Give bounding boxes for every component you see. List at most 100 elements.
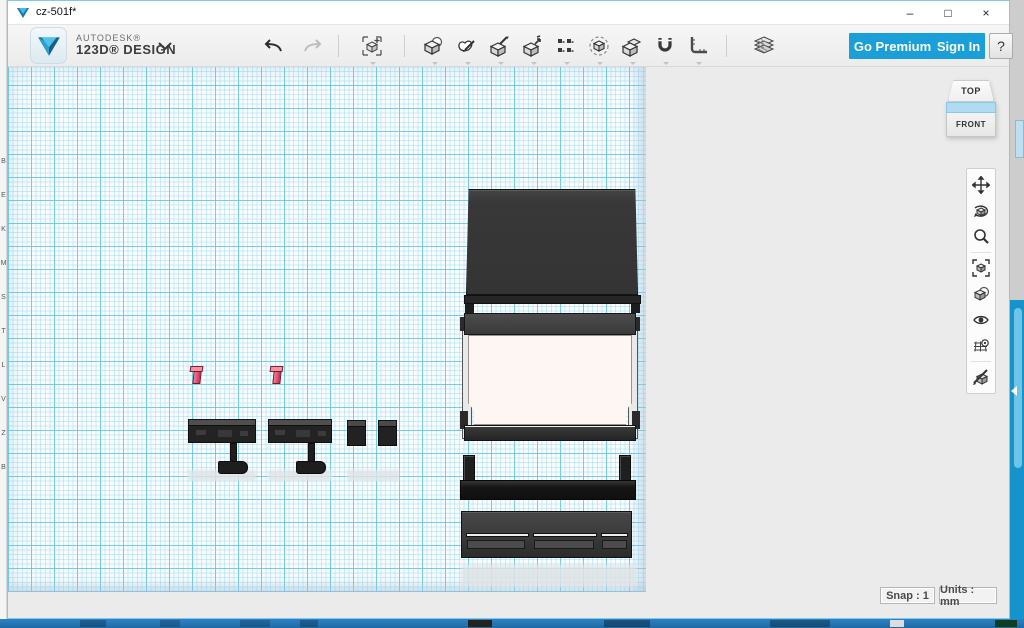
close-button[interactable]: × — [967, 1, 1005, 25]
taskbar-item-fragment — [890, 620, 904, 627]
pin-body — [192, 371, 201, 384]
visibility-icon[interactable] — [968, 307, 994, 333]
maximize-button[interactable]: □ — [929, 1, 967, 25]
toolbar-separator — [726, 35, 727, 57]
taskbar-item-fragment — [468, 620, 492, 627]
snap-button[interactable] — [651, 32, 679, 60]
modify-button[interactable] — [519, 32, 547, 60]
layers-button[interactable] — [750, 32, 778, 60]
back-panel[interactable] — [464, 187, 641, 313]
base-slot — [466, 533, 529, 537]
shadow — [347, 470, 399, 481]
background-letter: B — [1, 464, 6, 471]
background-window-arrow — [1011, 386, 1017, 396]
view-cube[interactable]: TOP FRONT — [945, 78, 997, 142]
sketch-button[interactable] — [453, 32, 481, 60]
hinge-frame[interactable] — [460, 455, 636, 501]
view-toolbar-separator — [971, 361, 991, 362]
help-button[interactable]: ? — [989, 33, 1013, 59]
background-letter-list: B E K M S T L V Z B — [0, 158, 7, 471]
title-bar[interactable]: cz-501f* – □ × — [8, 1, 1009, 25]
view-toolbar — [966, 168, 996, 394]
base-slot — [601, 533, 628, 537]
view-toolbar-separator — [971, 252, 991, 253]
screen: B E K M S T L V Z B — [0, 0, 1024, 628]
bar-detail — [275, 430, 285, 435]
arm-foot — [296, 461, 326, 474]
hinge-bar-right[interactable] — [268, 419, 334, 479]
background-letter: V — [1, 396, 6, 403]
shading-icon[interactable] — [968, 281, 994, 307]
base-recess — [534, 540, 594, 549]
background-letter: E — [1, 192, 6, 199]
primitives-button[interactable] — [420, 32, 448, 60]
sign-in-button[interactable]: Sign In — [932, 33, 985, 59]
arm-foot — [218, 461, 248, 474]
screen-frame[interactable] — [462, 313, 638, 445]
pattern-button[interactable] — [552, 32, 580, 60]
base-recess — [467, 540, 525, 549]
combine-button[interactable] — [618, 32, 646, 60]
background-letter: B — [1, 158, 6, 165]
taskbar-item-fragment — [770, 620, 830, 627]
small-block-1[interactable] — [347, 420, 367, 447]
view-cube-highlight-edge[interactable] — [946, 102, 996, 113]
view-cube-front-face[interactable]: FRONT — [946, 113, 996, 137]
menu-chevron-icon[interactable] — [153, 38, 177, 54]
bar-detail — [218, 430, 232, 437]
screen-white-panel — [468, 335, 632, 425]
fit-view-icon[interactable] — [968, 255, 994, 281]
construct-button[interactable] — [486, 32, 514, 60]
toolbar-separator — [338, 35, 339, 57]
back-panel-face — [466, 189, 638, 295]
orbit-icon[interactable] — [968, 198, 994, 224]
measure-button[interactable] — [684, 32, 712, 60]
taskbar-strip[interactable] — [0, 619, 1024, 628]
background-letter: L — [2, 362, 6, 369]
small-block-2[interactable] — [378, 420, 398, 447]
grouping-button[interactable] — [585, 32, 613, 60]
pin-left[interactable] — [190, 366, 205, 386]
pin-body — [272, 371, 281, 384]
taskbar-item-fragment — [160, 620, 180, 627]
bar-detail — [296, 430, 310, 437]
insert-part-button[interactable] — [358, 32, 386, 60]
hinge-bar-left[interactable] — [188, 419, 258, 479]
app-logo-large-icon[interactable] — [30, 27, 67, 64]
window-controls: – □ × — [891, 1, 1005, 25]
hinge-cross-bar — [460, 480, 636, 500]
background-letter: S — [1, 294, 6, 301]
zoom-icon[interactable] — [968, 224, 994, 250]
base-slot — [533, 533, 597, 537]
model-canvas[interactable]: TOP FRONT — [8, 67, 1009, 618]
go-premium-button[interactable]: Go Premium — [849, 33, 936, 59]
pan-icon[interactable] — [968, 172, 994, 198]
grid-toggle-icon[interactable] — [968, 333, 994, 359]
frame-bottom-band — [464, 425, 636, 441]
redo-button[interactable] — [298, 32, 326, 60]
toolbar-separator — [404, 35, 405, 57]
background-fragment — [1015, 120, 1024, 158]
window-title: cz-501f* — [36, 6, 76, 18]
back-panel-lip — [464, 295, 641, 304]
undo-button[interactable] — [260, 32, 288, 60]
bar-detail — [240, 431, 248, 436]
background-letter: K — [1, 226, 6, 233]
background-blue-panel — [1010, 300, 1024, 619]
taskbar-item-fragment — [995, 620, 1017, 627]
slotted-base[interactable] — [461, 511, 632, 558]
background-letter: Z — [1, 430, 5, 437]
hide-show-icon[interactable] — [968, 364, 994, 390]
background-letter: M — [1, 260, 7, 267]
snap-setting[interactable]: Snap : 1 — [880, 587, 935, 604]
taskbar-item-fragment — [240, 620, 270, 627]
units-setting[interactable]: Units : mm — [939, 587, 997, 604]
pin-right[interactable] — [270, 366, 285, 386]
view-cube-top-face[interactable]: TOP — [948, 80, 994, 102]
background-window-left: B E K M S T L V Z B — [0, 0, 7, 619]
taskbar-item-fragment — [604, 620, 650, 627]
taskbar-item-fragment — [300, 620, 318, 627]
bar-detail — [196, 430, 206, 435]
minimize-button[interactable]: – — [891, 1, 929, 25]
background-window-right — [1010, 0, 1024, 619]
